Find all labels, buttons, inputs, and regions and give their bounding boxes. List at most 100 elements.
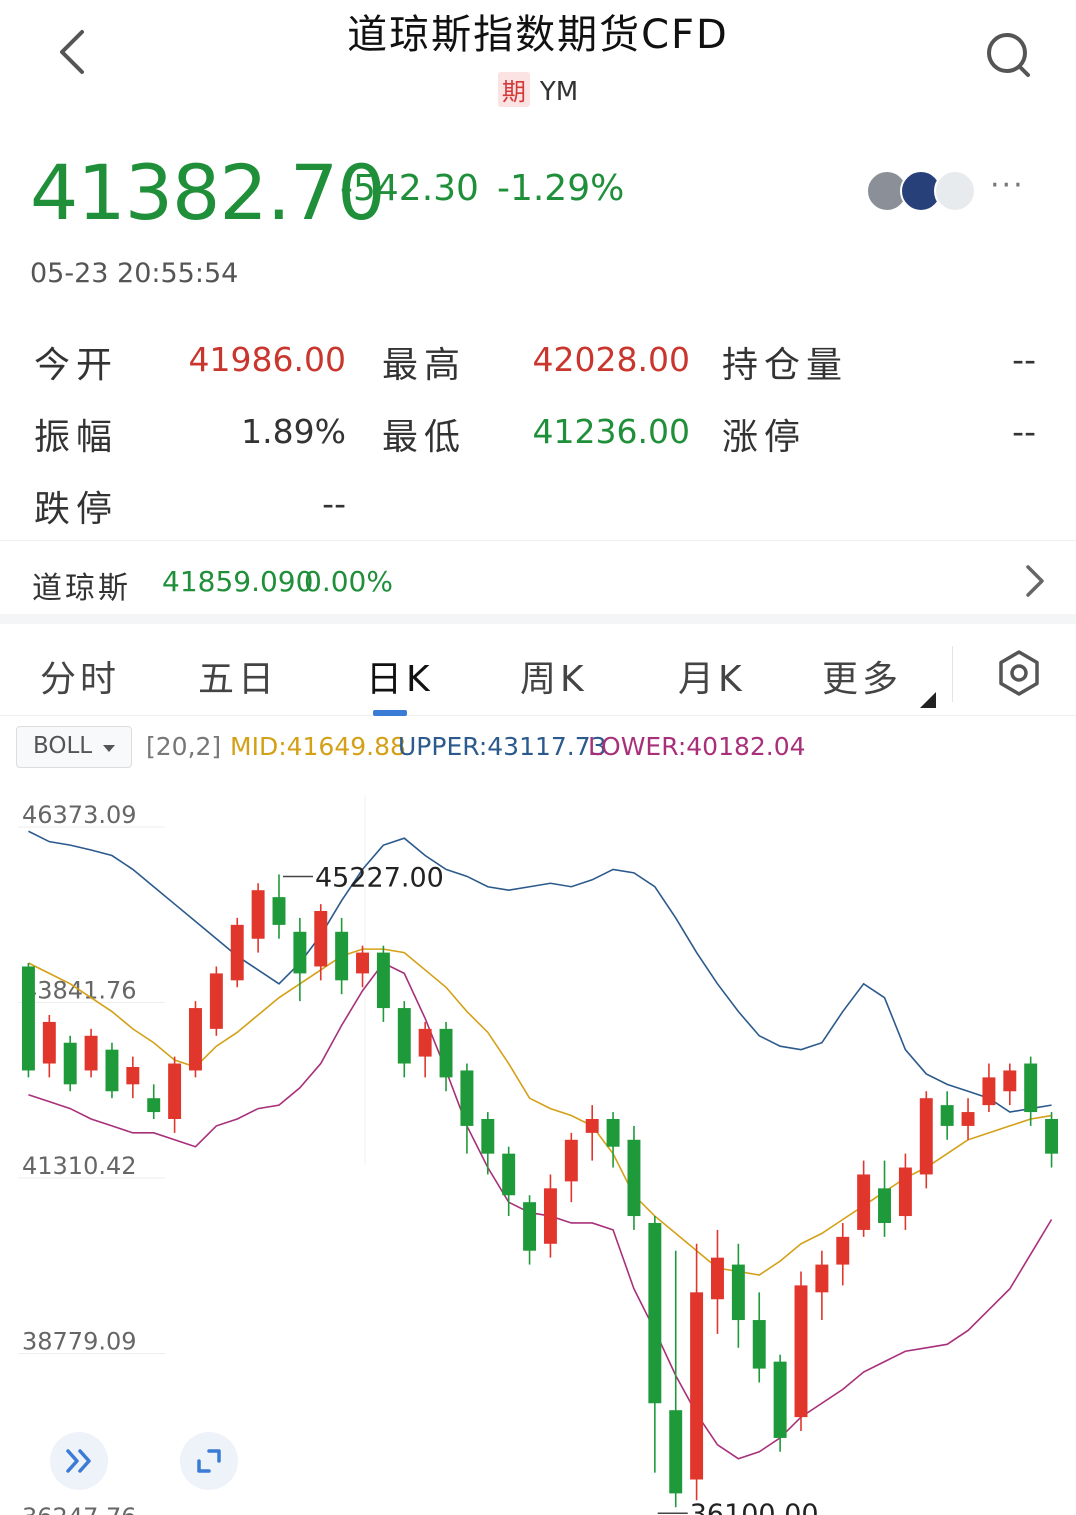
candle-body: [209, 973, 223, 1029]
candle-body: [502, 1153, 516, 1196]
instrument-code: YM: [539, 77, 579, 107]
y-tick-label: 46373.09: [22, 801, 137, 829]
candle-body: [293, 931, 307, 974]
candle-body: [126, 1066, 140, 1085]
stat-label-high: 最高: [382, 345, 467, 386]
candle-body: [63, 1042, 77, 1085]
chevron-right-icon: [1020, 561, 1050, 601]
tab-weekly-k[interactable]: 周K: [520, 650, 588, 702]
candle-body: [376, 952, 390, 1009]
indicator-select[interactable]: BOLL: [16, 726, 132, 768]
more-icon[interactable]: ···: [990, 168, 1025, 203]
candle-body: [397, 1008, 411, 1064]
expand-icon: [197, 1449, 221, 1473]
y-tick-label: 41310.42: [22, 1152, 137, 1180]
futures-badge: 期: [497, 72, 530, 107]
tab-five-day[interactable]: 五日: [198, 650, 278, 702]
boll-mid-line: [28, 948, 1052, 1276]
top-bar: 道琼斯指数期货CFD 期 YM: [0, 0, 1076, 125]
indicator-mid: MID:41649.88: [230, 732, 406, 761]
candle-body: [314, 910, 328, 967]
candle-body: [648, 1222, 662, 1404]
underlying-name: 道琼斯: [32, 571, 131, 606]
candle-body: [168, 1063, 182, 1119]
kline-chart[interactable]: 46373.0943841.7641310.4238779.0936247.76…: [0, 775, 1076, 1515]
indicator-params: [20,2]: [146, 732, 222, 761]
stat-label-low: 最低: [382, 417, 467, 458]
candle-body: [669, 1410, 683, 1494]
candle-body: [523, 1202, 537, 1251]
candle-body: [335, 931, 349, 981]
candle-body: [606, 1118, 620, 1147]
candle-body: [543, 1188, 557, 1244]
price-change: -542.30: [340, 168, 479, 209]
stat-value-high: 42028.00: [532, 340, 690, 379]
candle-body: [1003, 1070, 1017, 1092]
boll-lower-line: [28, 961, 1053, 1460]
double-chevron-right-icon: [66, 1449, 91, 1473]
candle-body: [731, 1264, 745, 1321]
candle-body: [1024, 1063, 1038, 1113]
stat-label-limit-down: 跌停: [34, 489, 119, 530]
candle-body: [230, 924, 244, 981]
indicator-upper: UPPER:43117.73: [398, 732, 607, 761]
stat-value-low: 41236.00: [532, 412, 690, 451]
scroll-to-latest-button[interactable]: [50, 1432, 108, 1490]
candle-body: [961, 1112, 975, 1126]
search-icon: [987, 33, 1030, 77]
y-tick-label: 38779.09: [22, 1328, 137, 1356]
instrument-code-row: 期 YM: [0, 72, 1076, 107]
candle-body: [940, 1105, 954, 1126]
underlying-price: 41859.090: [162, 565, 314, 598]
stat-label-amplitude: 振幅: [34, 417, 119, 458]
fullscreen-button[interactable]: [180, 1432, 238, 1490]
candle-body: [21, 966, 35, 1071]
candle-body: [690, 1292, 704, 1480]
candle-body: [794, 1285, 808, 1418]
page-title: 道琼斯指数期货CFD: [347, 12, 729, 58]
chart-settings-button[interactable]: [994, 648, 1044, 698]
indicator-lower: LOWER:40182.04: [588, 732, 806, 761]
tab-daily-k[interactable]: 日K: [366, 650, 434, 702]
stat-value-limit-up: --: [1012, 412, 1036, 451]
tab-more[interactable]: 更多: [822, 650, 902, 702]
candle-body: [982, 1077, 996, 1106]
candle-body: [439, 1028, 453, 1078]
stat-label-open-interest: 持仓量: [722, 345, 849, 386]
follower-avatars[interactable]: [866, 170, 976, 214]
price-change-row: -542.30 -1.29%: [340, 168, 642, 209]
candle-body: [564, 1139, 578, 1182]
candle-body: [878, 1188, 891, 1223]
candle-body: [773, 1361, 787, 1438]
candle-body: [857, 1174, 871, 1230]
candle-body: [272, 897, 286, 925]
candle-body: [251, 890, 265, 939]
avatar: [934, 170, 976, 212]
boll-upper-line: [28, 830, 1052, 1113]
candle-body: [815, 1264, 829, 1293]
stat-value-amplitude: 1.89%: [241, 412, 346, 451]
candle-body: [481, 1118, 495, 1154]
candle-body: [711, 1257, 724, 1300]
underlying-index-row[interactable]: 道琼斯 41859.090 0.00%: [0, 540, 1076, 624]
candle-body: [147, 1098, 161, 1113]
candle-body: [585, 1118, 599, 1133]
candle-body: [189, 1008, 202, 1071]
dropdown-corner-icon: [920, 692, 936, 708]
quote-timestamp: 05-23 20:55:54: [30, 258, 239, 289]
candle-body: [836, 1236, 850, 1265]
high-annotation: 45227.00: [315, 862, 444, 893]
tab-intraday[interactable]: 分时: [40, 650, 120, 702]
stat-label-open: 今开: [34, 345, 119, 386]
candle-body: [418, 1028, 432, 1057]
last-price: 41382.70: [30, 148, 386, 237]
low-annotation: 36100.00: [690, 1499, 819, 1515]
tab-monthly-k[interactable]: 月K: [678, 650, 746, 702]
candle-body: [1045, 1118, 1059, 1154]
stat-value-limit-down: --: [322, 484, 346, 523]
candle-body: [84, 1035, 98, 1071]
active-tab-indicator: [373, 710, 407, 716]
search-button[interactable]: [978, 26, 1038, 86]
stat-label-limit-up: 涨停: [722, 417, 807, 458]
candle-body: [460, 1070, 474, 1126]
